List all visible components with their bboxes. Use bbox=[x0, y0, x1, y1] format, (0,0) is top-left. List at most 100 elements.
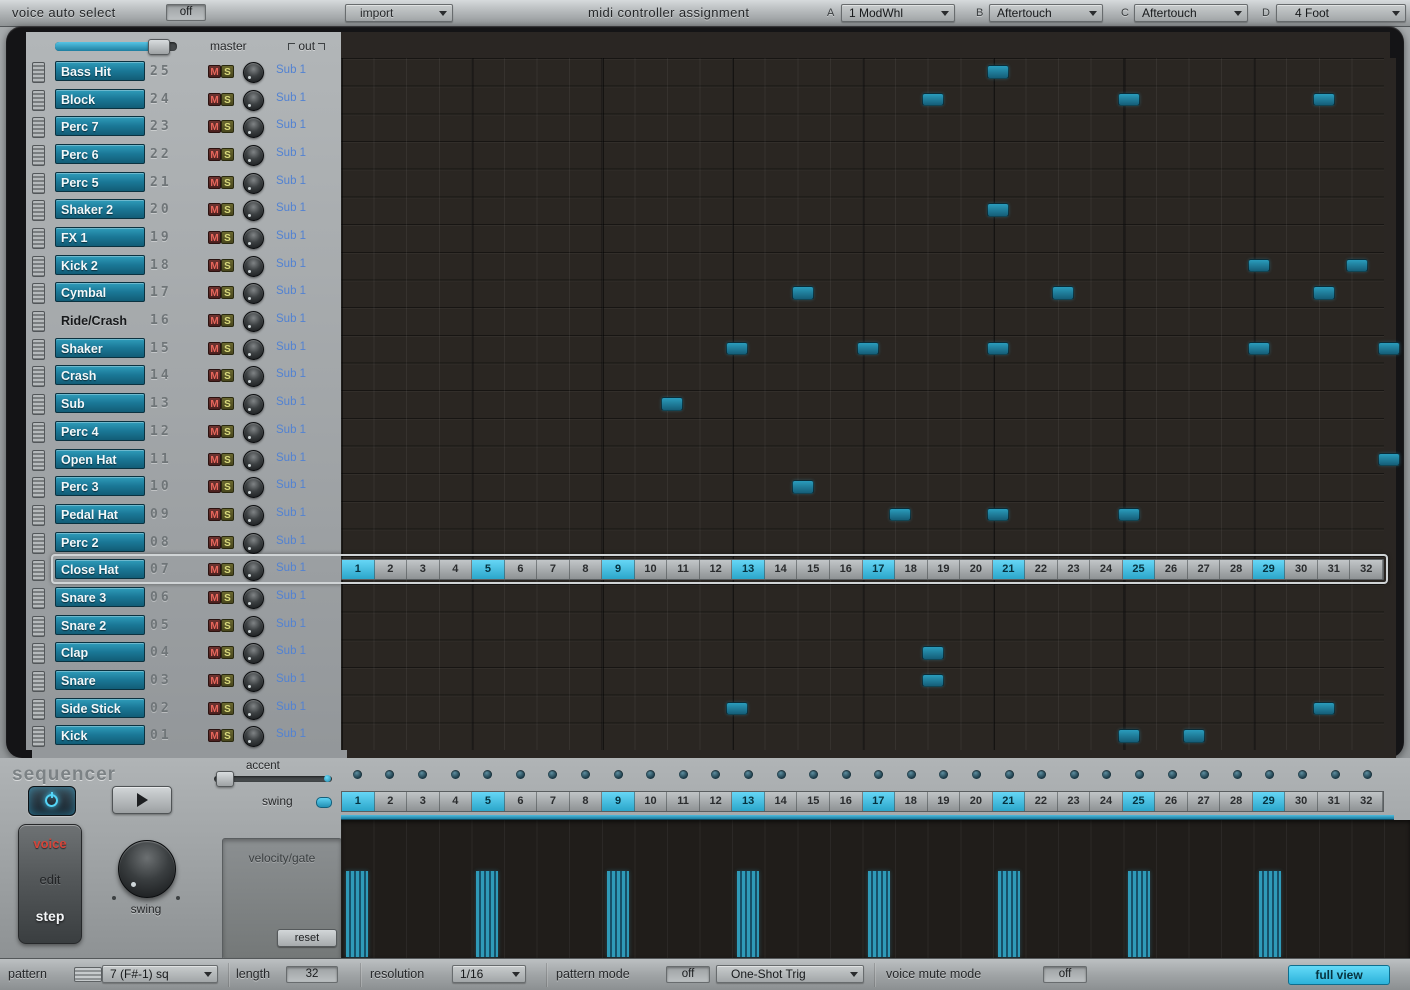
voice-drag-handle[interactable] bbox=[32, 477, 45, 498]
voice-name-button[interactable]: Perc 5 bbox=[55, 172, 145, 192]
velocity-bar[interactable] bbox=[346, 871, 368, 957]
voice-drag-handle[interactable] bbox=[32, 450, 45, 471]
solo-button[interactable]: S bbox=[221, 203, 234, 216]
solo-button[interactable]: S bbox=[221, 480, 234, 493]
step-cell[interactable]: 32 bbox=[1350, 560, 1383, 579]
step-grid-row[interactable] bbox=[341, 169, 1384, 197]
step-grid-row[interactable] bbox=[341, 86, 1384, 114]
solo-button[interactable]: S bbox=[221, 674, 234, 687]
seq-step-number-cell[interactable]: 4 bbox=[440, 792, 473, 811]
active-step-cell[interactable] bbox=[922, 93, 944, 107]
mute-button[interactable]: M bbox=[208, 563, 221, 576]
velocity-bar[interactable] bbox=[998, 871, 1020, 957]
voice-drag-handle[interactable] bbox=[32, 173, 45, 194]
voice-output[interactable]: Sub 1 bbox=[276, 175, 340, 187]
mute-button[interactable]: M bbox=[208, 286, 221, 299]
seq-step-number-cell[interactable]: 25 bbox=[1123, 792, 1156, 811]
active-step-cell[interactable] bbox=[1313, 93, 1335, 107]
seq-step-number-cell[interactable]: 32 bbox=[1350, 792, 1383, 811]
voice-drag-handle[interactable] bbox=[32, 588, 45, 609]
solo-button[interactable]: S bbox=[221, 646, 234, 659]
solo-button[interactable]: S bbox=[221, 453, 234, 466]
voice-output[interactable]: Sub 1 bbox=[276, 562, 340, 574]
step-cell[interactable]: 27 bbox=[1188, 560, 1221, 579]
step-cell[interactable]: 5 bbox=[472, 560, 505, 579]
solo-button[interactable]: S bbox=[221, 231, 234, 244]
voice-name-button[interactable]: Shaker 2 bbox=[55, 199, 145, 219]
step-cell[interactable]: 28 bbox=[1220, 560, 1253, 579]
pan-knob[interactable] bbox=[243, 228, 264, 249]
seq-step-number-cell[interactable]: 7 bbox=[537, 792, 570, 811]
active-step-cell[interactable] bbox=[987, 203, 1009, 217]
voice-name-button[interactable]: Cymbal bbox=[55, 282, 145, 302]
active-step-cell[interactable] bbox=[1118, 729, 1140, 743]
active-step-cell[interactable] bbox=[1118, 93, 1140, 107]
active-step-cell[interactable] bbox=[792, 480, 814, 494]
solo-button[interactable]: S bbox=[221, 120, 234, 133]
step-cell[interactable]: 1 bbox=[342, 560, 375, 579]
seq-step-number-cell[interactable]: 1 bbox=[342, 792, 375, 811]
assignment-c-dropdown[interactable]: Aftertouch bbox=[1134, 4, 1248, 22]
voice-output[interactable]: Sub 1 bbox=[276, 618, 340, 630]
velocity-bar[interactable] bbox=[1128, 871, 1150, 957]
pan-knob[interactable] bbox=[243, 366, 264, 387]
velocity-bar[interactable] bbox=[737, 871, 759, 957]
step-cell[interactable]: 16 bbox=[830, 560, 863, 579]
voice-output[interactable]: Sub 1 bbox=[276, 645, 340, 657]
pan-knob[interactable] bbox=[243, 588, 264, 609]
step-grid-row[interactable] bbox=[341, 418, 1384, 446]
voice-output[interactable]: Sub 1 bbox=[276, 64, 340, 76]
step-grid-row[interactable] bbox=[341, 307, 1384, 335]
step-grid-row[interactable] bbox=[341, 473, 1384, 501]
pan-knob[interactable] bbox=[243, 616, 264, 637]
pan-knob[interactable] bbox=[243, 62, 264, 83]
mute-button[interactable]: M bbox=[208, 120, 221, 133]
voice-drag-handle[interactable] bbox=[32, 90, 45, 111]
voice-drag-handle[interactable] bbox=[32, 560, 45, 581]
step-cell[interactable]: 30 bbox=[1285, 560, 1318, 579]
assignment-b-dropdown[interactable]: Aftertouch bbox=[989, 4, 1103, 22]
pan-knob[interactable] bbox=[243, 173, 264, 194]
voice-output[interactable]: Sub 1 bbox=[276, 507, 340, 519]
voice-output[interactable]: Sub 1 bbox=[276, 452, 340, 464]
voice-output[interactable]: Sub 1 bbox=[276, 673, 340, 685]
step-grid-row[interactable] bbox=[341, 362, 1384, 390]
seq-step-number-cell[interactable]: 20 bbox=[960, 792, 993, 811]
accent-slider-handle[interactable] bbox=[216, 771, 234, 787]
voice-name-button[interactable]: Ride/Crash bbox=[55, 310, 145, 330]
active-step-cell[interactable] bbox=[857, 342, 879, 356]
voice-output[interactable]: Sub 1 bbox=[276, 92, 340, 104]
length-field[interactable]: 32 bbox=[286, 966, 338, 983]
active-step-cell[interactable] bbox=[922, 674, 944, 688]
seq-step-number-cell[interactable]: 12 bbox=[700, 792, 733, 811]
mute-button[interactable]: M bbox=[208, 314, 221, 327]
solo-button[interactable]: S bbox=[221, 536, 234, 549]
pan-knob[interactable] bbox=[243, 726, 264, 747]
pan-knob[interactable] bbox=[243, 117, 264, 138]
voice-output[interactable]: Sub 1 bbox=[276, 258, 340, 270]
active-step-cell[interactable] bbox=[1052, 286, 1074, 300]
voice-output[interactable]: Sub 1 bbox=[276, 479, 340, 491]
solo-button[interactable]: S bbox=[221, 93, 234, 106]
pan-knob[interactable] bbox=[243, 477, 264, 498]
voice-drag-handle[interactable] bbox=[32, 394, 45, 415]
pan-knob[interactable] bbox=[243, 394, 264, 415]
active-step-cell[interactable] bbox=[726, 342, 748, 356]
step-grid-row[interactable] bbox=[341, 639, 1384, 667]
voice-name-button[interactable]: Side Stick bbox=[55, 698, 145, 718]
step-grid-row[interactable] bbox=[341, 667, 1384, 695]
mute-button[interactable]: M bbox=[208, 231, 221, 244]
voice-drag-handle[interactable] bbox=[32, 283, 45, 304]
mute-button[interactable]: M bbox=[208, 646, 221, 659]
solo-button[interactable]: S bbox=[221, 425, 234, 438]
pan-knob[interactable] bbox=[243, 505, 264, 526]
step-cell[interactable]: 25 bbox=[1123, 560, 1156, 579]
voice-output[interactable]: Sub 1 bbox=[276, 590, 340, 602]
voice-name-button[interactable]: Perc 7 bbox=[55, 116, 145, 136]
voice-name-button[interactable]: Perc 2 bbox=[55, 532, 145, 552]
step-cell[interactable]: 10 bbox=[635, 560, 668, 579]
pan-knob[interactable] bbox=[243, 311, 264, 332]
pan-knob[interactable] bbox=[243, 256, 264, 277]
voice-name-button[interactable]: Clap bbox=[55, 642, 145, 662]
velocity-gate-display[interactable] bbox=[341, 820, 1410, 958]
